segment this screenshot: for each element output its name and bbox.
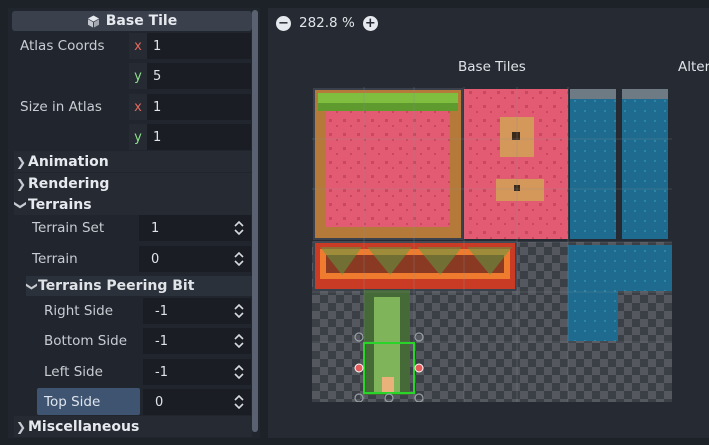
size-in-atlas-y-field[interactable]: 1	[147, 124, 251, 150]
section-miscellaneous[interactable]: ❯ Miscellaneous	[14, 416, 252, 437]
top-side-spinbox[interactable]: 0	[143, 389, 251, 415]
left-side-row: Left Side	[44, 358, 103, 386]
size-in-atlas-x-field[interactable]: 1	[147, 94, 251, 120]
updown-arrows-icon[interactable]	[233, 332, 245, 350]
top-side-row[interactable]: Top Side	[37, 388, 140, 415]
peering-handle-right[interactable]	[414, 363, 424, 373]
section-terrains-peering-bit[interactable]: ❯ Terrains Peering Bit	[26, 276, 252, 296]
zoom-controls: − 282.8 % +	[276, 13, 378, 33]
tile-grass-block[interactable]	[313, 88, 463, 240]
terrain-set-row: Terrain Set	[32, 214, 104, 242]
atlas-coords-x-field[interactable]: 1	[147, 33, 251, 59]
header-title: Base Tile	[105, 13, 178, 29]
terrain-value: 0	[151, 251, 160, 267]
right-side-label: Right Side	[44, 303, 114, 319]
top-side-label: Top Side	[44, 393, 101, 410]
peering-handle-left[interactable]	[354, 363, 364, 373]
scrollbar-thumb[interactable]	[252, 10, 258, 432]
empty-tile	[517, 242, 573, 292]
size-in-atlas-label: Size in Atlas	[20, 99, 102, 115]
chevron-down-icon: ❯	[25, 281, 39, 291]
section-animation[interactable]: ❯ Animation	[14, 151, 252, 172]
tile-atlas[interactable]	[312, 87, 672, 402]
section-animation-label: Animation	[28, 153, 109, 170]
atlas-coords-y-axis: y	[129, 63, 147, 89]
updown-arrows-icon[interactable]	[233, 363, 245, 381]
chevron-right-icon: ❯	[15, 419, 27, 434]
section-terrains[interactable]: ❯ Terrains	[14, 194, 252, 215]
atlas-coords-x-axis: x	[129, 33, 147, 59]
size-in-atlas-x-axis: x	[129, 94, 147, 120]
bottom-side-row: Bottom Side	[44, 327, 127, 355]
cube-icon	[87, 15, 100, 28]
right-side-value: -1	[155, 303, 168, 319]
chevron-down-icon: ❯	[14, 199, 28, 210]
updown-arrows-icon[interactable]	[233, 250, 245, 268]
size-in-atlas-y-axis: y	[129, 124, 147, 150]
right-side-spinbox[interactable]: -1	[143, 298, 251, 324]
chevron-right-icon: ❯	[15, 154, 27, 169]
tile-pink-decor[interactable]	[464, 89, 568, 239]
updown-arrows-icon[interactable]	[233, 219, 245, 237]
terrain-set-label: Terrain Set	[32, 220, 105, 236]
zoom-level: 282.8 %	[299, 15, 355, 31]
inspector-scrollbar[interactable]	[252, 10, 258, 432]
left-side-label: Left Side	[44, 364, 103, 380]
bottom-side-label: Bottom Side	[44, 333, 128, 349]
minus-icon[interactable]: −	[276, 15, 291, 31]
atlas-viewport[interactable]: − 282.8 % + Base Tiles Alter	[268, 8, 709, 438]
bottom-side-spinbox[interactable]: -1	[143, 328, 251, 354]
right-side-row: Right Side	[44, 297, 113, 325]
section-misc-label: Miscellaneous	[28, 418, 140, 435]
terrain-row: Terrain	[32, 245, 78, 273]
chevron-right-icon: ❯	[15, 176, 27, 191]
atlas-coords-label: Atlas Coords	[20, 38, 105, 54]
terrain-set-value: 1	[151, 220, 160, 236]
top-side-value: 0	[155, 394, 164, 410]
section-rendering[interactable]: ❯ Rendering	[14, 173, 252, 194]
section-rendering-label: Rendering	[28, 175, 110, 192]
peering-bit-label: Terrains Peering Bit	[38, 278, 195, 294]
updown-arrows-icon[interactable]	[233, 393, 245, 411]
terrain-label: Terrain	[32, 251, 78, 267]
left-side-value: -1	[155, 364, 168, 380]
section-terrains-label: Terrains	[28, 196, 92, 213]
inspector-panel: Base Tile Atlas Coords x 1 y 5 Size in A…	[8, 8, 260, 438]
plus-icon[interactable]: +	[362, 15, 378, 31]
base-tile-header: Base Tile	[12, 11, 252, 31]
atlas-coords-y-field[interactable]: 5	[147, 63, 251, 89]
alternative-tiles-label: Alter	[678, 59, 709, 75]
updown-arrows-icon[interactable]	[233, 302, 245, 320]
terrain-spinbox[interactable]: 0	[139, 246, 251, 272]
bottom-side-value: -1	[155, 333, 168, 349]
terrain-set-spinbox[interactable]: 1	[139, 215, 251, 241]
base-tiles-label: Base Tiles	[458, 59, 526, 75]
left-side-spinbox[interactable]: -1	[143, 359, 251, 385]
